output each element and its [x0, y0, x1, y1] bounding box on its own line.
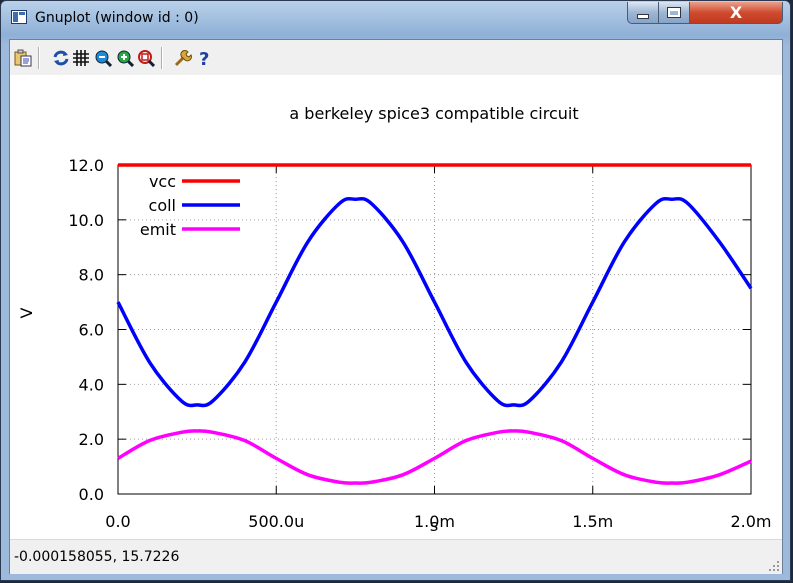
zoom-next-icon	[117, 50, 134, 67]
copy-to-clipboard-button[interactable]	[14, 49, 32, 67]
unzoom-icon	[138, 50, 155, 67]
client-area: ? a berkeley spice3 compatible circuit 0…	[9, 39, 783, 574]
legend-label-coll: coll	[149, 196, 176, 215]
close-icon: X	[729, 3, 743, 22]
toolbar-separator	[161, 47, 163, 69]
legend: vcc coll emit	[140, 172, 240, 239]
y-tick-label: 8.0	[79, 266, 104, 285]
help-icon: ?	[199, 49, 209, 67]
x-tick-label: 1.5m	[572, 512, 613, 531]
toolbar-separator	[38, 47, 40, 69]
close-button[interactable]: X	[689, 2, 783, 24]
options-icon	[174, 49, 192, 67]
x-tick-label: 2.0m	[730, 512, 771, 531]
zoom-previous-button[interactable]	[94, 49, 112, 67]
maximize-button[interactable]	[658, 2, 690, 24]
x-tick-label: 500.0u	[248, 512, 304, 531]
mouse-coordinates: -0.000158055, 15.7226	[14, 549, 180, 565]
status-bar: -0.000158055, 15.7226	[10, 539, 782, 574]
resize-grip-icon[interactable]	[768, 560, 780, 572]
x-tick-label: 0.0	[105, 512, 130, 531]
options-button[interactable]	[174, 49, 192, 67]
grid-button[interactable]	[72, 49, 90, 67]
zoom-next-button[interactable]	[116, 49, 134, 67]
minimize-icon	[637, 14, 649, 19]
title-bar[interactable]: Gnuplot (window id : 0) X	[1, 1, 790, 37]
y-tick-label: 10.0	[68, 211, 104, 230]
grid	[118, 165, 751, 494]
legend-label-vcc: vcc	[149, 172, 176, 191]
help-button[interactable]: ?	[196, 49, 214, 67]
plot-area[interactable]: a berkeley spice3 compatible circuit 0.0…	[10, 75, 782, 539]
maximize-icon	[667, 7, 681, 18]
y-tick-label: 6.0	[79, 321, 104, 340]
legend-label-emit: emit	[140, 220, 176, 239]
y-tick-label: 12.0	[68, 156, 104, 175]
y-axis-label: V	[17, 307, 36, 318]
minimize-button[interactable]	[627, 2, 659, 24]
y-tick-label: 0.0	[79, 485, 104, 504]
zoom-previous-icon	[95, 50, 112, 67]
x-axis-label: s	[430, 516, 438, 535]
replot-icon	[53, 50, 69, 66]
toolbar: ?	[10, 40, 782, 76]
gnuplot-window: Gnuplot (window id : 0) X ? a berkeley s…	[0, 0, 791, 581]
app-icon[interactable]	[11, 10, 27, 24]
series	[116, 163, 753, 485]
line-chart: a berkeley spice3 compatible circuit 0.0…	[17, 104, 772, 535]
svg-text:?: ?	[199, 49, 209, 67]
grid-icon	[73, 50, 89, 66]
replot-button[interactable]	[52, 49, 70, 67]
copy-to-clipboard-icon	[14, 49, 32, 67]
y-tick-label: 4.0	[79, 375, 104, 394]
y-tick-label: 2.0	[79, 430, 104, 449]
chart-title: a berkeley spice3 compatible circuit	[289, 104, 578, 123]
unzoom-button[interactable]	[137, 49, 155, 67]
window-title: Gnuplot (window id : 0)	[35, 10, 199, 26]
